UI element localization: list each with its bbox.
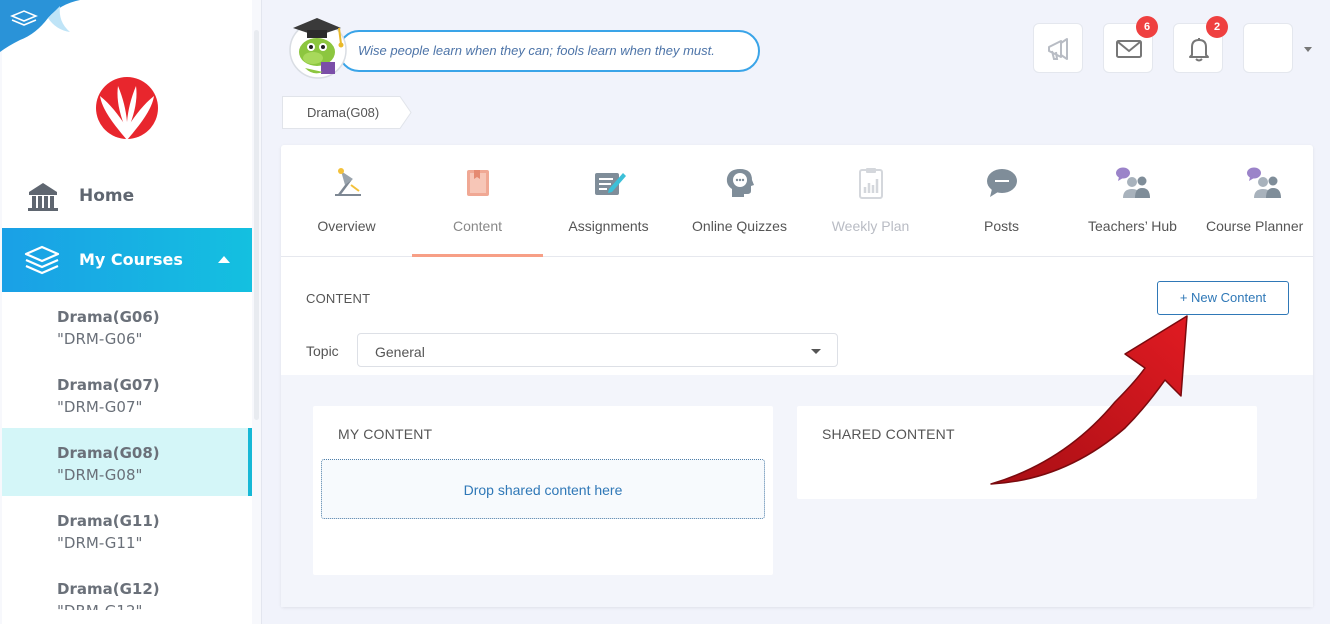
sidebar: Home My Courses Drama(G06) "DRM-G06" Dra… bbox=[0, 0, 262, 624]
envelope-icon bbox=[1116, 40, 1142, 58]
breadcrumb-item: Drama(G08) bbox=[307, 105, 380, 120]
drop-zone[interactable]: Drop shared content here bbox=[321, 459, 765, 519]
chat-bubble-icon bbox=[986, 169, 1017, 197]
megaphone-icon bbox=[1048, 38, 1068, 60]
sidebar-course-item-active[interactable]: Drama(G08) "DRM-G08" bbox=[2, 428, 252, 496]
chevron-down-icon bbox=[811, 349, 821, 354]
sidebar-course-item[interactable]: Drama(G07) "DRM-G07" bbox=[2, 364, 252, 432]
layers-icon bbox=[24, 245, 60, 275]
my-content-card: MY CONTENT Drop shared content here bbox=[313, 406, 773, 575]
tab-online-quizzes[interactable]: Online Quizzes bbox=[674, 145, 805, 256]
course-panel: Overview Content Assignments Online Quiz… bbox=[281, 145, 1313, 607]
sidebar-item-my-courses[interactable]: My Courses bbox=[2, 228, 252, 292]
course-code: "DRM-G08" bbox=[57, 466, 143, 484]
users-chat-icon bbox=[1115, 167, 1150, 198]
corner-ribbon-icon[interactable] bbox=[0, 0, 80, 52]
tab-course-planner[interactable]: Course Planner bbox=[1198, 145, 1313, 256]
user-avatar-button[interactable] bbox=[1243, 23, 1293, 73]
mascot-dragon-image bbox=[289, 18, 347, 79]
tab-label: Posts bbox=[983, 218, 1019, 234]
sidebar-item-label: My Courses bbox=[79, 250, 183, 269]
topic-label: Topic bbox=[306, 343, 339, 359]
tab-teachers-hub[interactable]: Teachers’ Hub bbox=[1067, 145, 1198, 256]
sidebar-course-item[interactable]: Drama(G11) "DRM-G11" bbox=[2, 500, 252, 568]
tab-label: Course Planner bbox=[1206, 218, 1304, 234]
caret-up-icon[interactable] bbox=[218, 256, 230, 263]
course-name: Drama(G08) bbox=[57, 444, 160, 462]
tab-content[interactable]: Content bbox=[412, 145, 543, 257]
course-code: "DRM-G06" bbox=[57, 330, 143, 348]
topic-selected-value: General bbox=[375, 344, 425, 360]
tab-label: Weekly Plan bbox=[831, 218, 910, 234]
course-name: Drama(G12) bbox=[57, 580, 160, 598]
shared-content-title: SHARED CONTENT bbox=[822, 426, 955, 442]
chevron-down-icon[interactable] bbox=[1304, 47, 1312, 52]
tab-label: Overview bbox=[317, 218, 376, 234]
tab-overview[interactable]: Overview bbox=[281, 145, 412, 256]
lamp-icon bbox=[334, 168, 361, 196]
tab-posts[interactable]: Posts bbox=[936, 145, 1067, 256]
sidebar-scrollbar[interactable] bbox=[254, 30, 259, 420]
content-area: MY CONTENT Drop shared content here SHAR… bbox=[281, 375, 1313, 607]
topic-select[interactable]: General bbox=[357, 333, 838, 367]
tab-assignments[interactable]: Assignments bbox=[543, 145, 674, 256]
course-name: Drama(G11) bbox=[57, 512, 160, 530]
sidebar-item-home[interactable]: Home bbox=[2, 172, 252, 220]
course-name: Drama(G06) bbox=[57, 308, 160, 326]
clipboard-chart-icon bbox=[858, 168, 883, 199]
course-code: "DRM-G12" bbox=[57, 602, 142, 610]
tab-label: Content bbox=[452, 218, 503, 234]
head-thought-icon bbox=[726, 169, 754, 197]
tab-label: Assignments bbox=[568, 218, 649, 234]
quote-text: Wise people learn when they can; fools l… bbox=[358, 43, 715, 58]
assignment-pen-icon bbox=[594, 173, 626, 195]
course-tabs: Overview Content Assignments Online Quiz… bbox=[281, 145, 1313, 257]
new-content-button[interactable]: + New Content bbox=[1157, 281, 1289, 315]
shared-content-card: SHARED CONTENT bbox=[797, 406, 1257, 499]
course-code: "DRM-G07" bbox=[57, 398, 143, 416]
announcements-button[interactable] bbox=[1033, 23, 1083, 73]
users-chat-icon bbox=[1246, 167, 1281, 198]
sidebar-course-item[interactable]: Drama(G12) "DRM-G12" bbox=[2, 568, 252, 610]
tab-label: Teachers’ Hub bbox=[1088, 218, 1177, 234]
book-icon bbox=[466, 170, 489, 196]
building-icon bbox=[28, 183, 58, 211]
tab-weekly-plan[interactable]: Weekly Plan bbox=[805, 145, 936, 256]
messages-count-badge: 6 bbox=[1136, 16, 1158, 38]
sidebar-item-label: Home bbox=[79, 186, 135, 206]
bell-icon bbox=[1189, 38, 1209, 62]
drop-zone-text: Drop shared content here bbox=[463, 482, 623, 498]
school-logo bbox=[96, 77, 158, 140]
course-name: Drama(G07) bbox=[57, 376, 160, 394]
notifications-count-badge: 2 bbox=[1206, 16, 1228, 38]
content-heading: CONTENT bbox=[306, 291, 371, 306]
sidebar-course-item[interactable]: Drama(G06) "DRM-G06" bbox=[2, 296, 252, 364]
my-content-title: MY CONTENT bbox=[338, 426, 433, 442]
course-code: "DRM-G11" bbox=[57, 534, 143, 552]
quote-banner: Wise people learn when they can; fools l… bbox=[338, 30, 760, 72]
tab-label: Online Quizzes bbox=[692, 218, 787, 234]
